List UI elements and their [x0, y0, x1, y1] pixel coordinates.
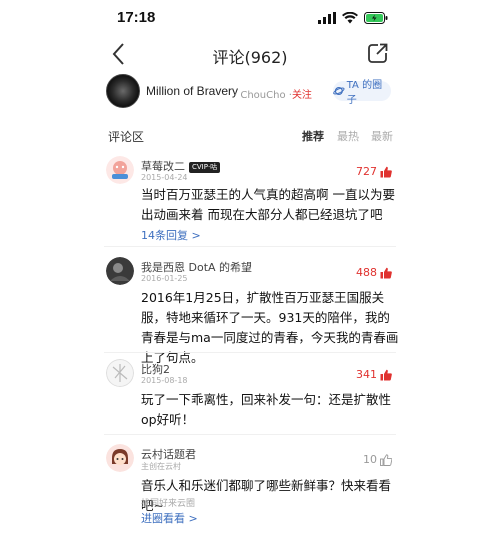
like-count: 341: [356, 368, 377, 381]
thumbs-up-icon: [380, 267, 392, 278]
follow-button[interactable]: 关注: [292, 90, 312, 101]
creator-name[interactable]: Million of Bravery: [146, 84, 238, 98]
planet-icon: [333, 86, 345, 96]
comment-text: 当时百万亚瑟王的人气真的超高啊 一直以为要出动画来着 而现在大部分人都已经退坑了…: [141, 187, 395, 222]
comment-username-text: 草莓改二: [141, 160, 185, 173]
sort-recommended[interactable]: 推荐: [302, 128, 324, 144]
like-button[interactable]: 727: [356, 165, 392, 178]
wifi-icon: [342, 12, 358, 24]
divider: [104, 352, 396, 353]
like-button[interactable]: 488: [356, 266, 392, 279]
divider: [104, 246, 396, 247]
creator-artist: · ChouCho ·关注: [234, 86, 312, 101]
comment-date: 2016-01-25: [141, 274, 188, 283]
user-avatar[interactable]: [106, 257, 134, 285]
thumbs-up-icon: [380, 166, 392, 177]
like-button[interactable]: 341: [356, 368, 392, 381]
battery-icon: [364, 12, 388, 24]
like-count: 727: [356, 165, 377, 178]
comment-username[interactable]: 比狗2: [141, 361, 170, 377]
page-title: 评论(962): [212, 48, 288, 67]
comment-date: 主创在云村: [141, 462, 181, 471]
user-avatar[interactable]: [106, 156, 134, 184]
creator-avatar[interactable]: [106, 74, 140, 108]
comment-subtext: 找同好来云圈: [141, 499, 196, 509]
status-bar: 17:18: [0, 0, 500, 36]
vip-badge: CVIP·咕: [189, 162, 221, 173]
thumbs-up-icon: [380, 453, 392, 466]
comment-date: 2015-08-18: [141, 376, 188, 385]
circle-button-label: TA 的圈子: [346, 80, 383, 106]
nav-bar: 评论(962): [0, 36, 500, 72]
user-avatar[interactable]: [106, 444, 134, 472]
comment-text: 玩了一下乖离性，回来补发一句：还是扩散性op好听！: [141, 392, 392, 427]
comment-username[interactable]: 我是西恩 DotA 的希望: [141, 259, 252, 275]
replies-link[interactable]: 14条回复 >: [141, 227, 201, 243]
like-button[interactable]: 10: [363, 453, 392, 466]
comment-text: 2016年1月25日，扩散性百万亚瑟王国服关服，特地来循环了一天。931天的陪伴…: [141, 290, 399, 365]
like-count: 488: [356, 266, 377, 279]
status-icons: [318, 11, 388, 25]
circle-button[interactable]: TA 的圈子: [333, 80, 391, 106]
join-circle-link[interactable]: 进圈看看 >: [141, 510, 198, 526]
thumbs-up-icon: [380, 369, 392, 380]
user-avatar[interactable]: [106, 359, 134, 387]
signal-icon: [318, 12, 336, 24]
creator-artist-text: · ChouCho ·: [234, 90, 292, 101]
section-title: 评论区: [108, 130, 145, 144]
comment-section-header: 评论区 推荐 最热 最新: [0, 124, 500, 146]
comment-date: 2015-04-24: [141, 173, 188, 182]
status-time: 17:18: [117, 9, 156, 26]
comment-username[interactable]: 云村话题君: [141, 446, 196, 462]
share-icon[interactable]: [366, 41, 390, 65]
comment-username[interactable]: 草莓改二 CVIP·咕: [141, 158, 221, 174]
like-count: 10: [363, 453, 377, 466]
sort-newest[interactable]: 最新: [371, 128, 393, 144]
creator-row: Million of Bravery · ChouCho ·关注 TA 的圈子: [0, 72, 500, 116]
divider: [104, 434, 396, 435]
sort-hottest[interactable]: 最热: [337, 128, 359, 144]
